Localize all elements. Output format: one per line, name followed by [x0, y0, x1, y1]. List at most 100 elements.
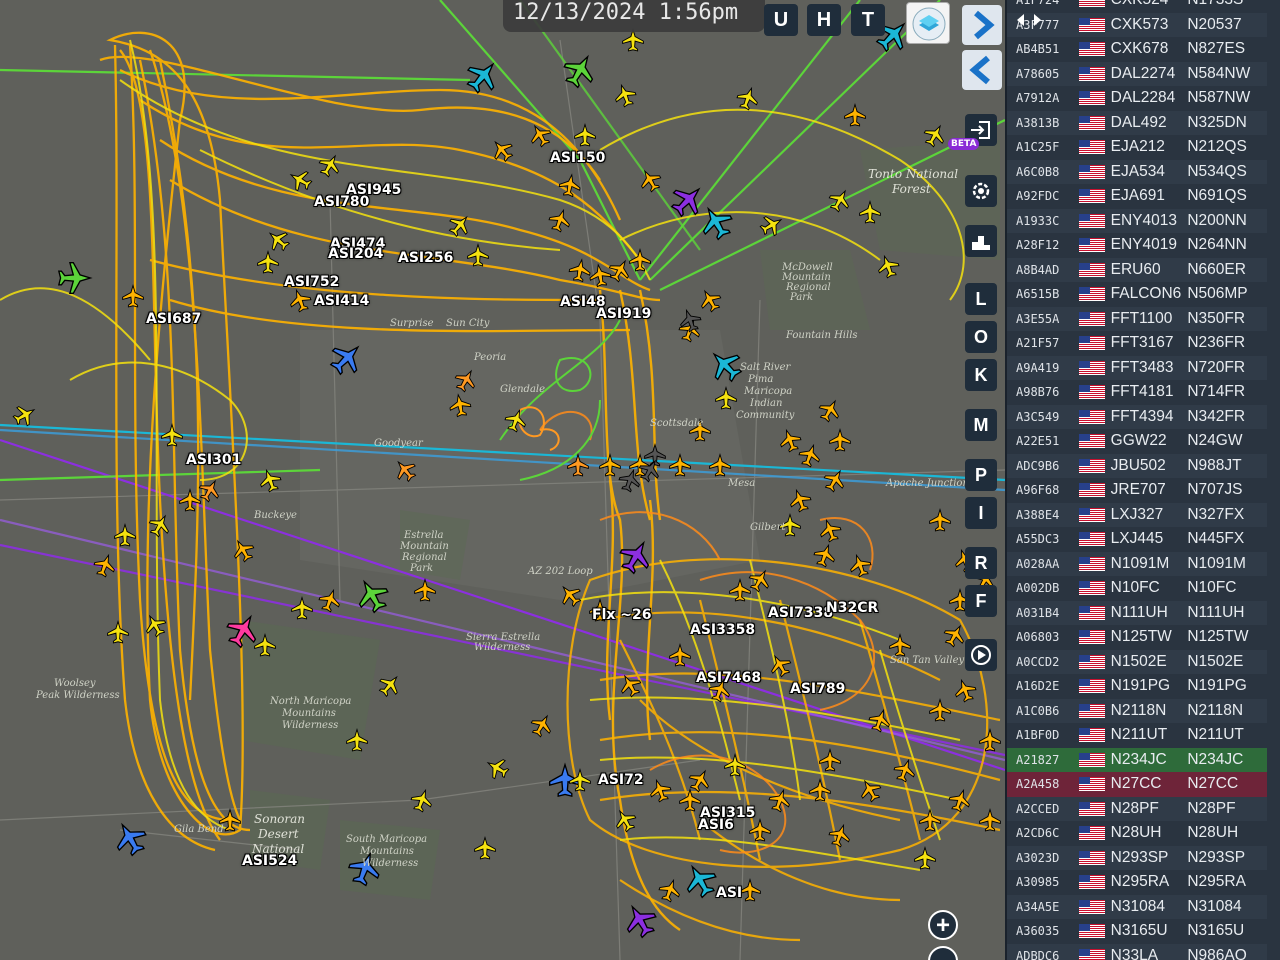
- aircraft-icon[interactable]: [568, 258, 592, 283]
- aircraft-icon[interactable]: [588, 263, 612, 288]
- aircraft-list-row[interactable]: A22E51 GGW22 N24GW: [1007, 429, 1267, 454]
- aircraft-list-row[interactable]: ADBDC6 N33LA N986AQ: [1007, 943, 1267, 960]
- aircraft-list-row[interactable]: A3F777 CXK573 N20537: [1007, 12, 1267, 37]
- aircraft-list-row[interactable]: A06803 N125TW N125TW: [1007, 625, 1267, 650]
- aircraft-list-row[interactable]: A8B4AD ERU60 N660ER: [1007, 257, 1267, 282]
- aircraft-label[interactable]: ASI3358: [690, 622, 755, 638]
- aircraft-icon[interactable]: [787, 487, 814, 514]
- aircraft-icon[interactable]: [816, 396, 845, 425]
- aircraft-list-row[interactable]: A2A458 N27CC N27CC: [1007, 772, 1267, 797]
- aircraft-icon[interactable]: [952, 677, 979, 704]
- stats-button[interactable]: [965, 225, 997, 257]
- aircraft-list-row[interactable]: A1C0B6 N2118N N2118N: [1007, 698, 1267, 723]
- aircraft-icon[interactable]: [559, 49, 601, 92]
- zoom-in-button[interactable]: +: [928, 910, 958, 940]
- aircraft-icon[interactable]: [606, 256, 635, 285]
- aircraft-icon[interactable]: [146, 511, 175, 540]
- aircraft-icon[interactable]: [474, 836, 496, 860]
- aircraft-icon[interactable]: [161, 423, 183, 447]
- aircraft-icon[interactable]: [817, 517, 844, 544]
- button-r[interactable]: R: [965, 547, 997, 579]
- aircraft-icon[interactable]: [979, 808, 1001, 832]
- aircraft-list-row[interactable]: A1F724 CXK524N1733S: [1007, 0, 1267, 13]
- aircraft-icon[interactable]: [746, 566, 775, 595]
- aircraft-icon[interactable]: [616, 671, 645, 700]
- aircraft-icon[interactable]: [257, 250, 279, 274]
- aircraft-icon[interactable]: [569, 768, 591, 792]
- aircraft-list-row[interactable]: A9A419 FFT3483 N720FR: [1007, 355, 1267, 380]
- aircraft-icon[interactable]: [448, 393, 472, 418]
- aircraft-icon[interactable]: [286, 166, 315, 195]
- aircraft-icon[interactable]: [929, 698, 951, 722]
- aircraft-icon[interactable]: [809, 778, 831, 802]
- aircraft-icon[interactable]: [679, 788, 701, 812]
- aircraft-list-row[interactable]: A96F68 JRE707 N707JS: [1007, 478, 1267, 503]
- aircraft-icon[interactable]: [114, 523, 136, 547]
- aircraft-list-row[interactable]: A1BF0D N211UT N211UT: [1007, 723, 1267, 748]
- aircraft-icon[interactable]: [679, 859, 721, 902]
- aircraft-icon[interactable]: [483, 754, 512, 783]
- replay-button[interactable]: [965, 639, 997, 671]
- aircraft-icon[interactable]: [390, 455, 420, 485]
- aircraft-icon[interactable]: [467, 243, 489, 267]
- aircraft-icon[interactable]: [647, 777, 674, 804]
- aircraft-icon[interactable]: [291, 596, 313, 620]
- aircraft-icon[interactable]: [921, 121, 950, 150]
- aircraft-list-row[interactable]: A0CCD2 N1502E N1502E: [1007, 649, 1267, 674]
- aircraft-icon[interactable]: [875, 253, 902, 280]
- aircraft-icon[interactable]: [724, 753, 746, 777]
- aircraft-icons-layer[interactable]: [0, 0, 1005, 960]
- expand-sidebar-button[interactable]: [962, 5, 1002, 45]
- aircraft-icon[interactable]: [622, 28, 644, 52]
- aircraft-list-row[interactable]: A55DC3 LXJ445 N445FX: [1007, 527, 1267, 552]
- aircraft-icon[interactable]: [657, 877, 684, 904]
- aircraft-icon[interactable]: [122, 284, 144, 308]
- aircraft-icon[interactable]: [819, 748, 841, 772]
- aircraft-icon[interactable]: [574, 123, 596, 147]
- aircraft-icon[interactable]: [257, 467, 284, 494]
- aircraft-icon[interactable]: [109, 817, 151, 860]
- button-m[interactable]: M: [965, 409, 997, 441]
- aircraft-icon[interactable]: [107, 620, 129, 644]
- aircraft-list-row[interactable]: AB4B51 CXK678 N827ES: [1007, 37, 1267, 62]
- aircraft-icon[interactable]: [666, 178, 710, 222]
- aircraft-icon[interactable]: [611, 806, 640, 835]
- aircraft-icon[interactable]: [696, 286, 725, 315]
- aircraft-icon[interactable]: [619, 899, 661, 942]
- button-t[interactable]: T: [851, 4, 885, 36]
- aircraft-icon[interactable]: [827, 822, 854, 849]
- aircraft-list-row[interactable]: A78605 DAL2274 N584NW: [1007, 61, 1267, 86]
- aircraft-icon[interactable]: [829, 428, 851, 452]
- aircraft-label[interactable]: ASI7468: [696, 670, 761, 686]
- button-h[interactable]: H: [807, 4, 841, 36]
- settings-button[interactable]: [965, 175, 997, 207]
- layers-button[interactable]: [906, 2, 950, 44]
- aircraft-icon[interactable]: [757, 211, 786, 240]
- aircraft-list-row[interactable]: A6515B FALCON6 N506MP: [1007, 282, 1267, 307]
- aircraft-list-row[interactable]: A98B76 FFT4181 N714FR: [1007, 380, 1267, 405]
- aircraft-icon[interactable]: [317, 587, 344, 614]
- aircraft-label[interactable]: ASI150: [550, 150, 605, 166]
- aircraft-icon[interactable]: [767, 787, 794, 814]
- aircraft-icon[interactable]: [766, 651, 795, 680]
- aircraft-icon[interactable]: [919, 808, 941, 832]
- aircraft-list-row[interactable]: A34A5E N31084 N31084: [1007, 894, 1267, 919]
- aircraft-icon[interactable]: [615, 535, 657, 578]
- aircraft-icon[interactable]: [558, 173, 582, 198]
- aircraft-icon[interactable]: [729, 578, 751, 602]
- aircraft-list-row[interactable]: A7912A DAL2284 N587NW: [1007, 86, 1267, 111]
- aircraft-list-row[interactable]: A002DB N10FC N10FC: [1007, 576, 1267, 601]
- aircraft-icon[interactable]: [797, 442, 824, 469]
- aircraft-icon[interactable]: [669, 453, 691, 477]
- button-u[interactable]: U: [764, 4, 798, 36]
- aircraft-label[interactable]: ASI780: [314, 194, 369, 210]
- aircraft-icon[interactable]: [739, 878, 761, 902]
- button-o[interactable]: O: [965, 321, 997, 353]
- aircraft-icon[interactable]: [141, 611, 170, 640]
- aircraft-label[interactable]: ASI789: [790, 681, 845, 697]
- aircraft-icon[interactable]: [636, 166, 665, 195]
- aircraft-list-row[interactable]: A6C0B8 EJA534 N534QS: [1007, 159, 1267, 184]
- aircraft-list-row[interactable]: A1C25F EJA212 N212QS: [1007, 135, 1267, 160]
- aircraft-icon[interactable]: [10, 401, 39, 430]
- button-k[interactable]: K: [965, 359, 997, 391]
